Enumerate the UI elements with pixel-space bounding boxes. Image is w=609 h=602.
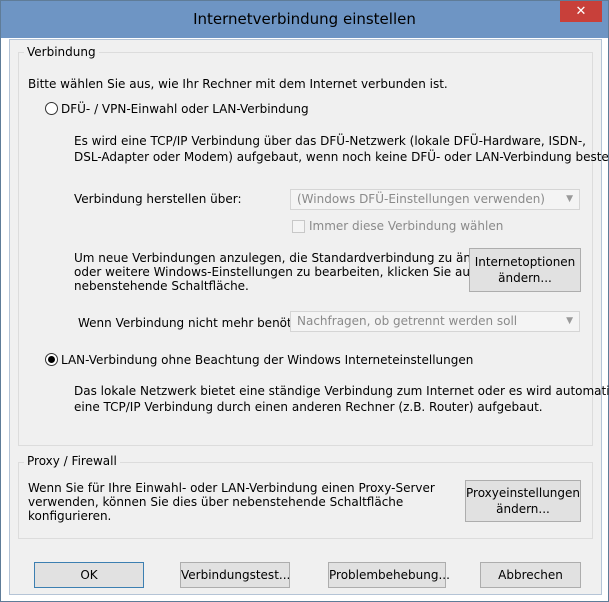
window-title: Internetverbindung einstellen — [193, 10, 416, 28]
herstellen-label: Verbindung herstellen über: — [74, 192, 242, 206]
ok-button[interactable]: OK — [34, 562, 144, 588]
immer-verbindung-label: Immer diese Verbindung wählen — [309, 219, 504, 233]
problembehebung-button[interactable]: Problembehebung... — [328, 562, 450, 588]
chevron-down-icon: ▼ — [566, 316, 573, 326]
chevron-down-icon: ▼ — [566, 194, 573, 204]
internetoptionen-button-line2: ändern... — [498, 271, 552, 285]
dialog-window: Internetverbindung einstellen ✕ Verbindu… — [0, 0, 609, 602]
nicht-benoetigt-dropdown[interactable]: Nachfragen, ob getrennt werden soll ▼ — [290, 311, 580, 332]
lan-description-line1: Das lokale Netzwerk bietet eine ständige… — [74, 384, 609, 398]
proxyeinstellungen-button[interactable]: Proxyeinstellungen ändern... — [465, 480, 581, 522]
neue-verbindungen-line3: nebenstehende Schaltfläche. — [74, 279, 249, 293]
title-bar[interactable]: Internetverbindung einstellen ✕ — [1, 1, 608, 38]
lan-description-line2: eine TCP/IP Verbindung durch einen ander… — [74, 400, 543, 414]
herstellen-dropdown[interactable]: (Windows DFÜ-Einstellungen verwenden) ▼ — [290, 189, 580, 210]
radio-dfue-label[interactable]: DFÜ- / VPN-Einwahl oder LAN-Verbindung — [61, 101, 309, 117]
internetoptionen-button-line1: Internetoptionen — [474, 255, 576, 269]
proxyeinstellungen-button-line2: ändern... — [496, 502, 550, 516]
internetoptionen-button[interactable]: Internetoptionen ändern... — [469, 248, 581, 292]
immer-verbindung-checkbox[interactable] — [292, 220, 305, 233]
proxy-description-line3: konfigurieren. — [28, 509, 112, 523]
dfue-description-line1: Es wird eine TCP/IP Verbindung über das … — [74, 134, 586, 148]
nicht-benoetigt-label: Wenn Verbindung nicht mehr benötigt: — [78, 316, 312, 330]
proxy-group-label: Proxy / Firewall — [24, 454, 120, 468]
verbindung-intro: Bitte wählen Sie aus, wie Ihr Rechner mi… — [28, 77, 448, 91]
verbindung-group-label: Verbindung — [24, 45, 99, 59]
radio-lan-label[interactable]: LAN-Verbindung ohne Beachtung der Window… — [61, 352, 473, 368]
nicht-benoetigt-dropdown-value: Nachfragen, ob getrennt werden soll — [297, 314, 518, 328]
radio-lan[interactable] — [45, 353, 58, 366]
radio-dfue[interactable] — [45, 102, 58, 115]
proxyeinstellungen-button-line1: Proxyeinstellungen — [466, 486, 581, 500]
dfue-description-line2: DSL-Adapter oder Modem) aufgebaut, wenn … — [74, 150, 609, 164]
close-button[interactable]: ✕ — [560, 1, 602, 22]
herstellen-dropdown-value: (Windows DFÜ-Einstellungen verwenden) — [297, 192, 545, 206]
dialog-content: Verbindung Bitte wählen Sie aus, wie Ihr… — [9, 39, 609, 595]
verbindungstest-button[interactable]: Verbindungstest... — [180, 562, 290, 588]
abbrechen-button[interactable]: Abbrechen — [480, 562, 581, 588]
